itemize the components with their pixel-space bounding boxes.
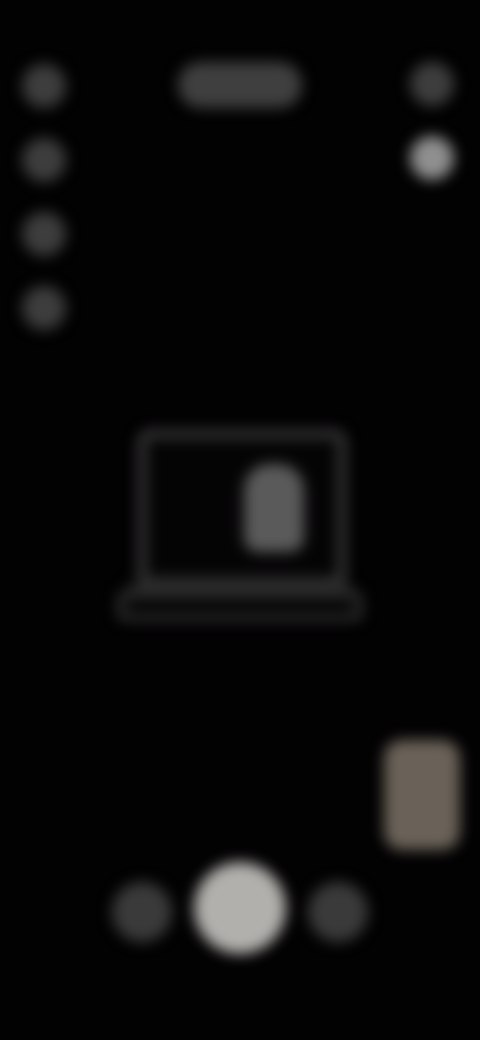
switch-camera-icon[interactable]	[308, 882, 368, 942]
effects-icon[interactable]	[112, 882, 172, 942]
laptop-screen-shape	[138, 430, 346, 586]
gallery-thumbnail[interactable]	[384, 740, 460, 850]
flip-icon[interactable]	[410, 136, 454, 180]
timer-icon[interactable]	[22, 138, 66, 182]
filter-icon[interactable]	[22, 286, 66, 330]
camera-screen	[0, 0, 480, 1040]
aspect-ratio-icon[interactable]	[22, 212, 66, 256]
person-silhouette	[244, 464, 304, 552]
laptop-base	[118, 592, 362, 620]
camera-mode-title[interactable]	[178, 62, 302, 108]
laptop-hinge	[128, 583, 352, 591]
shutter-button[interactable]	[194, 862, 286, 954]
settings-icon[interactable]	[410, 62, 454, 106]
flash-icon[interactable]	[22, 64, 66, 108]
laptop-person-icon	[118, 420, 362, 630]
